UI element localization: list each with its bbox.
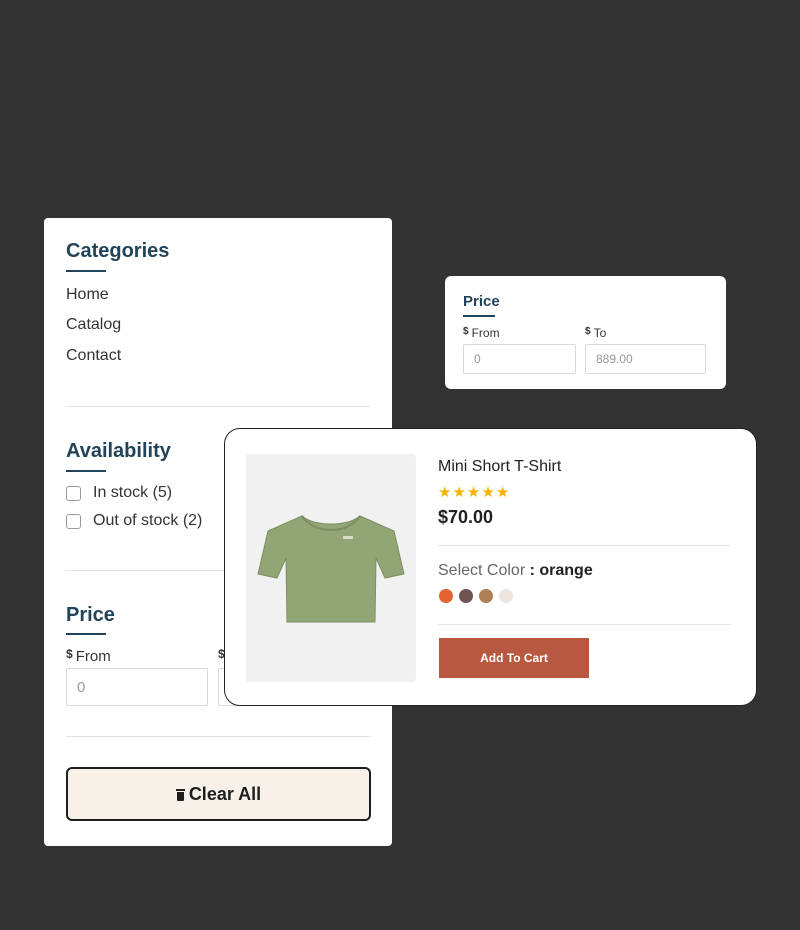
in-stock-checkbox[interactable] (66, 485, 81, 501)
categories-underline (66, 270, 106, 272)
in-stock-option[interactable]: In stock (5) (66, 484, 172, 502)
product-image[interactable] (246, 454, 416, 682)
price-card-to-text: To (593, 326, 607, 340)
star-icon: ★ (495, 484, 510, 501)
clear-all-label: Clear All (188, 783, 262, 804)
out-of-stock-label: Out of stock (2) (93, 512, 203, 529)
price-from-input[interactable] (66, 668, 208, 706)
color-swatch-orange[interactable] (439, 589, 453, 603)
price-from-text: From (75, 648, 111, 665)
price-heading: Price (66, 604, 115, 626)
currency-symbol: $ (463, 326, 469, 337)
divider (66, 736, 371, 737)
color-swatch-cream[interactable] (499, 589, 513, 603)
categories-heading: Categories (66, 240, 170, 262)
divider (66, 406, 371, 407)
availability-underline (66, 470, 106, 472)
star-icon: ★ (452, 484, 466, 501)
color-swatches (439, 589, 519, 603)
divider (438, 624, 731, 625)
selected-color-value: orange (539, 562, 593, 579)
t-shirt-icon (257, 515, 405, 623)
color-swatch-tan[interactable] (479, 589, 493, 603)
price-card-to-label: $ To (585, 326, 606, 340)
divider (438, 545, 731, 546)
add-to-cart-button[interactable]: Add To Cart (439, 638, 589, 678)
select-color-label: Select Color (438, 562, 526, 579)
color-swatch-brown[interactable] (459, 589, 473, 603)
trash-icon (175, 788, 185, 801)
in-stock-label: In stock (5) (93, 484, 173, 501)
product-title[interactable]: Mini Short T-Shirt (438, 458, 561, 476)
price-card-from-text: From (471, 326, 500, 340)
select-color-row: Select Color : orange (438, 562, 593, 580)
out-of-stock-option[interactable]: Out of stock (2) (66, 512, 202, 530)
category-link-catalog[interactable]: Catalog (66, 316, 121, 334)
product-price: $70.00 (438, 507, 494, 527)
price-card-underline (463, 315, 495, 317)
currency-symbol: $ (66, 647, 73, 661)
price-card-to-input[interactable] (585, 344, 706, 374)
out-of-stock-checkbox[interactable] (66, 513, 81, 529)
product-quickview-card: Mini Short T-Shirt ★ ★ ★ ★ ★ $70.00 Select C… (224, 428, 757, 706)
availability-heading: Availability (66, 440, 171, 462)
price-card-from-input[interactable] (463, 344, 576, 374)
price-card-from-label: $ From (463, 326, 500, 340)
price-underline (66, 633, 106, 635)
color-separator: : (525, 562, 540, 579)
category-link-home[interactable]: Home (66, 286, 109, 304)
category-link-contact[interactable]: Contact (66, 347, 121, 365)
star-rating: ★ ★ ★ ★ ★ (438, 484, 510, 502)
star-icon: ★ (481, 484, 495, 501)
price-filter-card: Price $From $To (445, 276, 726, 389)
star-icon: ★ (466, 484, 481, 501)
clear-all-button[interactable]: Clear All (66, 767, 371, 821)
star-icon: ★ (438, 484, 452, 501)
price-card-heading: Price (463, 293, 500, 310)
price-from-label: $ From (66, 647, 111, 665)
currency-symbol: $ (585, 326, 591, 337)
